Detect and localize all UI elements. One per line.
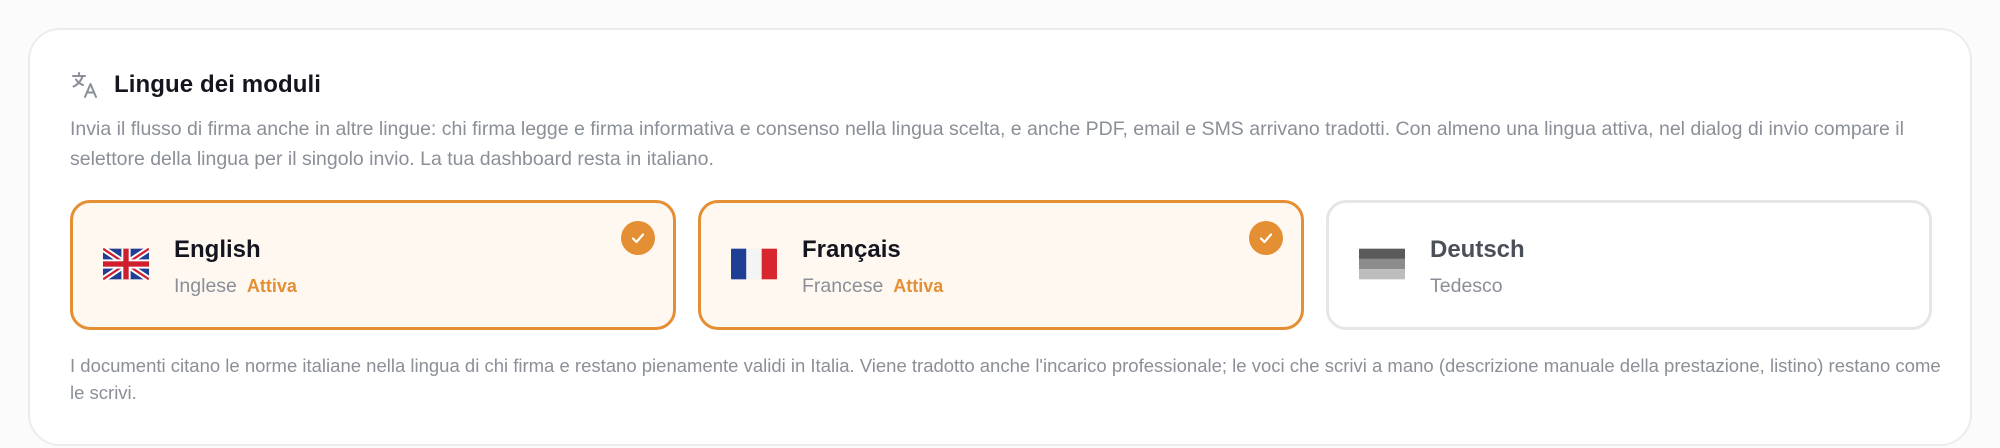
- language-italian-name: Tedesco: [1430, 275, 1503, 297]
- language-option-francais[interactable]: Français Francese Attiva: [698, 200, 1304, 330]
- section-header: Lingue dei moduli: [70, 70, 321, 100]
- language-subtitle: Francese Attiva: [802, 275, 943, 298]
- translate-icon: [70, 70, 100, 100]
- footnote: I documenti citano le norme italiane nel…: [70, 355, 1941, 403]
- language-option-deutsch[interactable]: Deutsch Tedesco: [1326, 200, 1932, 330]
- language-name: English: [174, 236, 261, 263]
- language-subtitle: Tedesco: [1430, 275, 1503, 298]
- section-description: Invia il flusso di firma anche in altre …: [70, 118, 1904, 170]
- status-badge: Attiva: [893, 276, 944, 296]
- language-subtitle: Inglese Attiva: [174, 275, 297, 298]
- language-italian-name: Francese: [802, 275, 884, 297]
- language-name: Français: [802, 236, 901, 263]
- language-italian-name: Inglese: [174, 275, 237, 297]
- uk-flag-icon: [103, 246, 149, 282]
- status-badge: Attiva: [246, 276, 297, 296]
- language-name: Deutsch: [1430, 236, 1525, 263]
- check-icon: [621, 221, 655, 255]
- section-title: Lingue dei moduli: [114, 71, 322, 98]
- france-flag-icon: [731, 246, 777, 282]
- languages-settings-card: Lingue dei moduli Invia il flusso di fir…: [28, 28, 1972, 446]
- language-options: English Inglese Attiva Français Francese…: [70, 200, 1932, 330]
- check-icon: [1249, 221, 1283, 255]
- language-option-english[interactable]: English Inglese Attiva: [70, 200, 676, 330]
- germany-flag-icon: [1359, 246, 1405, 282]
